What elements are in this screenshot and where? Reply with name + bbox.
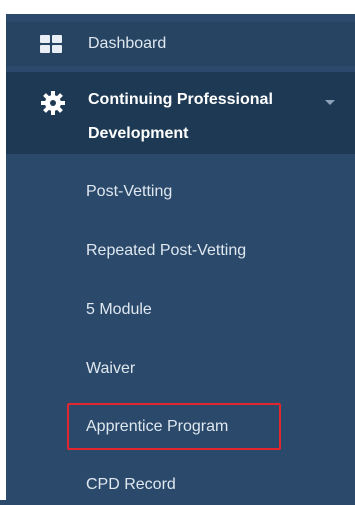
submenu-label: Waiver: [86, 360, 136, 377]
sidebar-item-label: Dashboard: [88, 35, 167, 52]
sidebar-item-label: Continuing Professional Development: [88, 91, 273, 142]
submenu-label: 5 Module: [86, 301, 152, 318]
sidebar-nav: Dashboard Continuing Professional Develo…: [0, 0, 355, 500]
submenu-label: Repeated Post-Vetting: [86, 242, 247, 259]
gear-icon: [41, 91, 65, 115]
submenu-label: CPD Record: [86, 476, 176, 493]
submenu-item-5-module[interactable]: 5 Module: [6, 290, 355, 330]
top-divider: [6, 0, 355, 14]
submenu-item-post-vetting[interactable]: Post-Vetting: [6, 172, 355, 212]
submenu-item-waiver[interactable]: Waiver: [6, 349, 355, 389]
highlight-annotation: [67, 403, 281, 450]
dashboard-grid-icon: [40, 35, 62, 53]
submenu-item-cpd-record[interactable]: CPD Record: [6, 465, 355, 505]
submenu-label: Post-Vetting: [86, 183, 173, 200]
sidebar-item-cpd[interactable]: Continuing Professional Development: [6, 72, 355, 154]
sidebar-item-dashboard[interactable]: Dashboard: [6, 22, 355, 66]
chevron-down-icon: [325, 100, 335, 105]
submenu-item-repeated-post-vetting[interactable]: Repeated Post-Vetting: [6, 231, 355, 271]
